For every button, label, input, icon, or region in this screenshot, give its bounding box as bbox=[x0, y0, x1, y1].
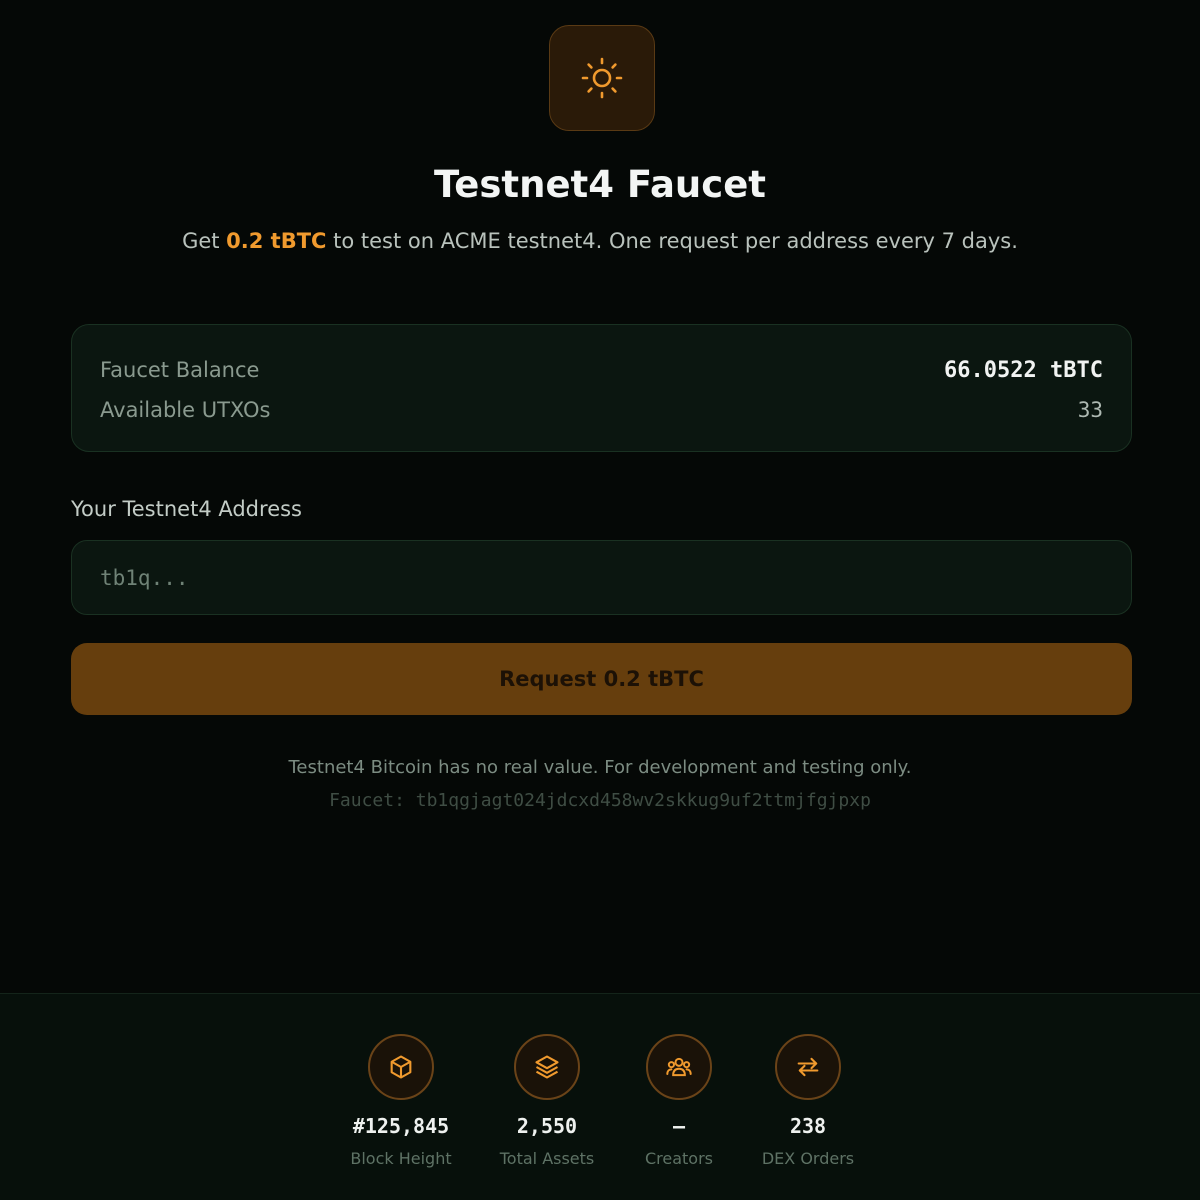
cube-icon bbox=[390, 1055, 412, 1079]
swap-icon-badge bbox=[775, 1034, 841, 1100]
logo-tile bbox=[549, 25, 655, 131]
subtitle-suffix: to test on ACME testnet4. One request pe… bbox=[326, 229, 1018, 253]
stat-label: Total Assets bbox=[499, 1149, 595, 1168]
sun-icon bbox=[581, 57, 623, 99]
stat-dex-orders: 238 DEX Orders bbox=[743, 1034, 873, 1168]
users-icon bbox=[666, 1057, 692, 1077]
stat-total-assets: 2,550 Total Assets bbox=[482, 1034, 612, 1168]
utxo-value: 33 bbox=[1077, 398, 1103, 422]
request-button[interactable]: Request 0.2 tBTC bbox=[71, 643, 1132, 715]
page-title: Testnet4 Faucet bbox=[433, 163, 766, 206]
subtitle-amount: 0.2 tBTC bbox=[226, 229, 327, 253]
footer-stats-bar: #125,845 Block Height 2,550 Total Assets bbox=[0, 993, 1200, 1200]
subtitle-prefix: Get bbox=[182, 229, 227, 253]
stat-value: — bbox=[672, 1114, 686, 1138]
stat-label: Block Height bbox=[350, 1149, 452, 1168]
layers-icon bbox=[535, 1055, 559, 1079]
balance-row: Faucet Balance 66.0522 tBTC bbox=[100, 355, 1103, 385]
stat-value: #125,845 bbox=[352, 1114, 450, 1138]
faucet-address: Faucet: tb1qgjagt024jdcxd458wv2skkug9uf2… bbox=[329, 790, 871, 811]
balance-label: Faucet Balance bbox=[100, 358, 260, 382]
utxo-row: Available UTXOs 33 bbox=[100, 395, 1103, 425]
stat-value: 2,550 bbox=[516, 1114, 578, 1138]
cube-icon-badge bbox=[368, 1034, 434, 1100]
balance-value: 66.0522 tBTC bbox=[944, 357, 1103, 383]
layers-icon-badge bbox=[514, 1034, 580, 1100]
stat-block-height: #125,845 Block Height bbox=[336, 1034, 466, 1168]
subtitle: Get 0.2 tBTC to test on ACME testnet4. O… bbox=[0, 229, 1200, 253]
address-input[interactable] bbox=[71, 540, 1132, 615]
address-label: Your Testnet4 Address bbox=[71, 497, 302, 521]
swap-icon bbox=[797, 1057, 819, 1077]
stat-label: DEX Orders bbox=[761, 1149, 855, 1168]
users-icon-badge bbox=[646, 1034, 712, 1100]
stat-creators: — Creators bbox=[614, 1034, 744, 1168]
faucet-stats-card: Faucet Balance 66.0522 tBTC Available UT… bbox=[71, 324, 1132, 452]
stat-label: Creators bbox=[644, 1149, 714, 1168]
stat-value: 238 bbox=[789, 1114, 827, 1138]
faucet-page: Testnet4 Faucet Get 0.2 tBTC to test on … bbox=[0, 0, 1200, 1200]
utxo-label: Available UTXOs bbox=[100, 398, 271, 422]
disclaimer-text: Testnet4 Bitcoin has no real value. For … bbox=[288, 757, 912, 778]
